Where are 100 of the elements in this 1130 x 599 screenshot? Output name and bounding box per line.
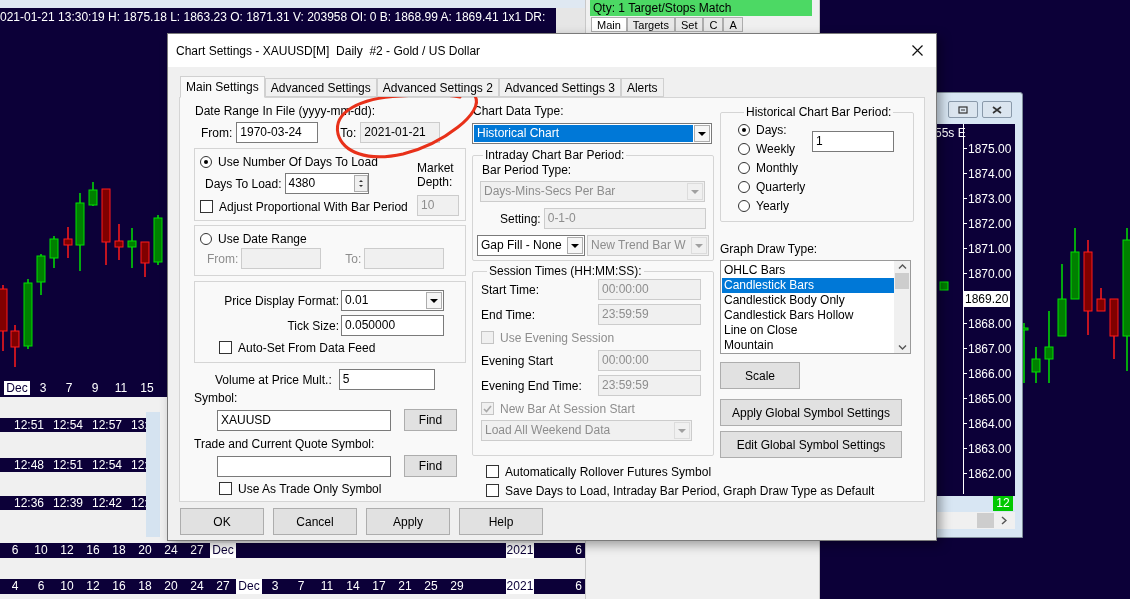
candlestick	[49, 235, 59, 269]
date-label: 7	[296, 579, 306, 594]
list-item[interactable]: Line on Close	[722, 323, 894, 338]
date-label: 24	[163, 543, 179, 558]
date-label: 24	[189, 579, 205, 594]
tab[interactable]: C	[703, 17, 724, 32]
radio-label: Monthly	[756, 159, 799, 177]
time-label: 12:48	[14, 458, 46, 472]
radio-label: Use Date Range	[218, 230, 307, 248]
text-field[interactable]: 1	[812, 131, 894, 152]
radio-button[interactable]	[738, 161, 750, 174]
restore-icon	[958, 105, 968, 114]
field-label: From:	[201, 125, 233, 140]
text-field[interactable]: 2021-01-21	[360, 122, 441, 143]
text-field[interactable]	[364, 248, 445, 269]
tab[interactable]: Alerts	[620, 78, 664, 97]
tab[interactable]: Advanced Settings 3	[498, 78, 621, 97]
button[interactable]: Apply Global Symbol Settings	[720, 399, 902, 426]
field-label: Bar Period Type:	[482, 163, 573, 177]
tab[interactable]: Set	[674, 17, 704, 32]
radio-button[interactable]	[738, 199, 750, 212]
checkbox[interactable]	[219, 482, 232, 495]
text-field[interactable]	[217, 455, 391, 477]
tab[interactable]: A	[723, 17, 743, 32]
date-label: 29	[449, 579, 465, 594]
time-label: 12:	[131, 496, 146, 510]
price-label: 1874.00	[968, 166, 1012, 181]
radio-button[interactable]	[738, 142, 750, 155]
field-label: From:	[207, 251, 239, 266]
scrollbar[interactable]	[894, 261, 910, 353]
radio-button[interactable]	[738, 123, 750, 136]
list-item[interactable]: OHLC Bars	[722, 263, 894, 278]
price-label: 1872.00	[968, 216, 1012, 231]
candlestick	[140, 241, 150, 278]
group-title: Historical Chart Bar Period:	[745, 105, 893, 119]
field-label: Market Depth:	[417, 161, 455, 189]
date-label: 2021	[505, 579, 535, 594]
list-item[interactable]: Mountain	[722, 338, 894, 353]
button[interactable]: Apply	[366, 508, 450, 535]
button[interactable]: Find	[404, 409, 457, 431]
radio-button[interactable]	[200, 232, 212, 245]
list-item[interactable]: Candlestick Bars Hollow	[722, 308, 894, 323]
checkbox-label: Save Days to Load, Intraday Bar Period, Graph Draw Type as Default	[505, 482, 875, 500]
close-button[interactable]	[982, 101, 1012, 118]
list-item[interactable]: Candlestick Bars	[722, 278, 894, 293]
text-field[interactable]: 0.050000	[341, 315, 444, 336]
candlestick	[127, 227, 137, 269]
tab[interactable]: Main Settings	[180, 76, 265, 98]
close-icon	[992, 105, 1002, 114]
candlestick	[10, 324, 20, 367]
candlestick	[1031, 346, 1041, 383]
date-label: 4	[10, 579, 20, 594]
candlestick	[63, 226, 73, 259]
checkbox[interactable]	[200, 200, 213, 213]
radio-button[interactable]	[738, 180, 750, 193]
button[interactable]: Help	[459, 508, 543, 535]
tab[interactable]: Targets	[626, 17, 675, 32]
text-field[interactable]: 1970-03-24	[236, 122, 319, 143]
radio-label: Use Number Of Days To Load	[218, 153, 378, 171]
time-label: 12:54	[53, 418, 85, 432]
date-label: 6	[36, 579, 46, 594]
text-field[interactable]: XAUUSD	[217, 409, 391, 431]
tab[interactable]: Main	[591, 17, 627, 32]
tab[interactable]: Advanced Settings 2	[376, 78, 499, 97]
tab[interactable]: Advanced Settings	[264, 78, 377, 97]
caret-icon	[678, 428, 686, 433]
date-label: 11	[319, 579, 335, 594]
radio-button[interactable]	[200, 155, 212, 168]
text-field[interactable]: 4380	[284, 173, 369, 194]
date-label: 18	[111, 543, 127, 558]
field-label: Tick Size:	[287, 318, 339, 333]
button[interactable]: Cancel	[273, 508, 357, 535]
button[interactable]: OK	[180, 508, 264, 535]
text-field[interactable]	[241, 248, 322, 269]
checkbox[interactable]	[486, 465, 499, 478]
axis-label: 11	[113, 381, 129, 395]
button[interactable]: Find	[404, 455, 457, 477]
price-label: 1868.00	[968, 316, 1012, 331]
group-title: Session Times (HH:MM:SS):	[488, 264, 643, 278]
checkbox-label: Use As Trade Only Symbol	[238, 480, 382, 498]
dropdown[interactable]: Historical Chart	[472, 123, 712, 144]
time-label: 13:	[131, 418, 146, 432]
checkbox-label: Auto-Set From Data Feed	[238, 339, 376, 357]
radio-label: Weekly	[756, 140, 796, 158]
button[interactable]: Edit Global Symbol Settings	[720, 431, 902, 458]
scrollbar-thumb[interactable]	[977, 513, 994, 528]
button[interactable]: Scale	[720, 362, 800, 389]
checkbox[interactable]	[486, 484, 499, 497]
text-field[interactable]: 5	[338, 369, 435, 390]
list-item[interactable]: Candlestick Body Only	[722, 293, 894, 308]
scrollbar-thumb[interactable]	[895, 273, 909, 289]
date-label: 16	[85, 543, 101, 558]
price-label: 1875.00	[968, 141, 1012, 156]
date-label: 3	[270, 579, 280, 594]
dropdown[interactable]: 0.01	[341, 290, 444, 311]
field-label: Days To Load:	[205, 176, 282, 191]
checkbox[interactable]	[219, 341, 232, 354]
checkbox-label: Use Evening Session	[500, 329, 615, 347]
price-label: 1867.00	[968, 341, 1012, 356]
caret-icon	[430, 298, 438, 303]
